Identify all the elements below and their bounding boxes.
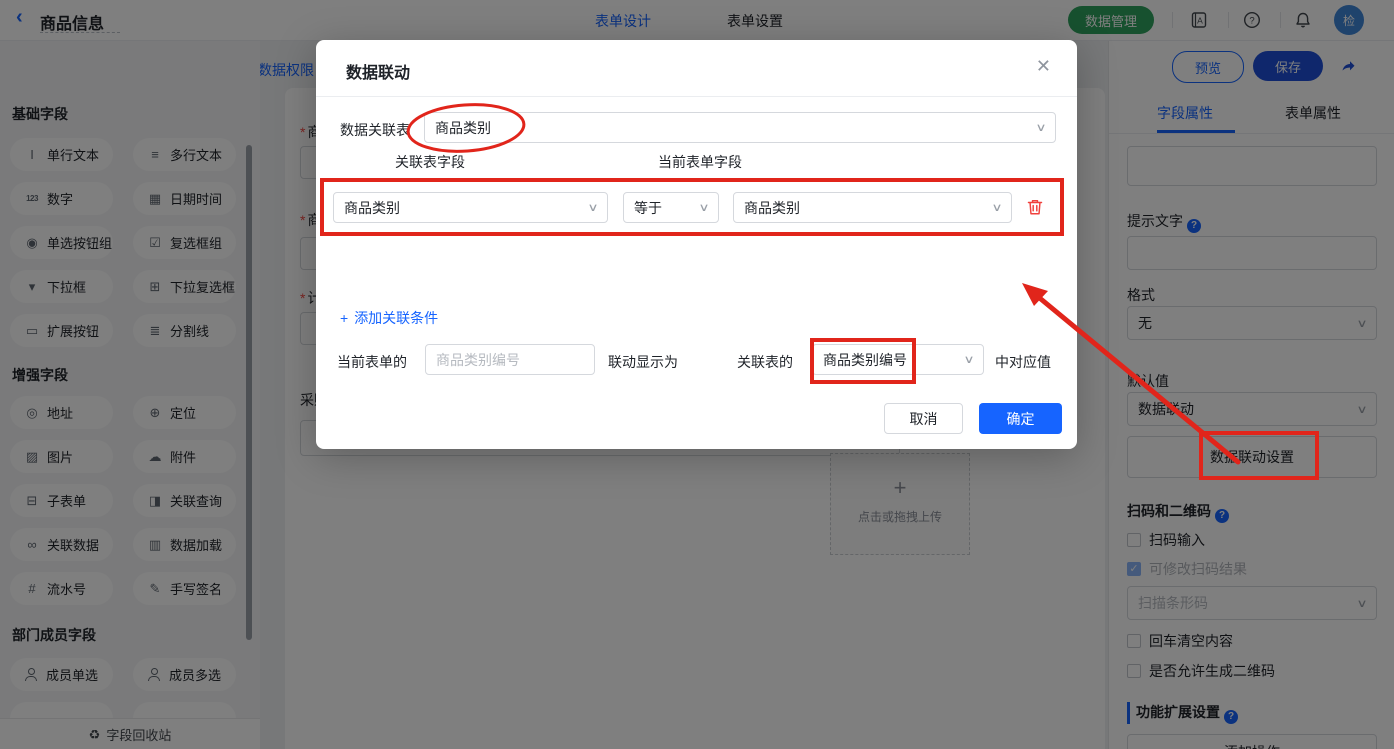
close-icon[interactable]: ✕ (1036, 56, 1051, 77)
confirm-button[interactable]: 确定 (979, 403, 1062, 434)
cancel-button[interactable]: 取消 (884, 403, 963, 434)
link-table-value: 商品类别 (435, 119, 491, 136)
condition-operator-value: 等于 (634, 199, 662, 216)
chevron-down-icon: ∨ (587, 202, 599, 214)
condition-right-field-select[interactable]: 商品类别 ∨ (733, 192, 1012, 223)
add-condition-link[interactable]: + 添加关联条件 (340, 308, 438, 328)
column-header-link-table-field: 关联表字段 (395, 154, 465, 170)
modal-title: 数据联动 (346, 65, 411, 82)
divider (316, 96, 1077, 97)
condition-left-value: 商品类别 (344, 199, 400, 216)
mapping-target-field-select[interactable]: 商品类别编号 ∨ (812, 344, 984, 375)
chevron-down-icon: ∨ (963, 354, 975, 366)
chevron-down-icon: ∨ (991, 202, 1003, 214)
condition-operator-select[interactable]: 等于 ∨ (623, 192, 719, 223)
chevron-down-icon: ∨ (1035, 122, 1047, 134)
add-condition-label: 添加关联条件 (354, 310, 439, 326)
form-designer-app: ‹ 商品信息 表单设计 表单设置 数据管理 A ? 检 表单外链 后端脚本 (0, 0, 1394, 749)
mapping-prefix-label: 当前表单的 (337, 354, 407, 370)
link-table-select[interactable]: 商品类别 ∨ (424, 112, 1056, 143)
data-linkage-modal: 数据联动 ✕ 数据关联表 商品类别 ∨ 关联表字段 当前表单字段 商品类别 ∨ … (316, 40, 1077, 449)
mapping-middle-label: 联动显示为 (608, 354, 678, 370)
link-table-label: 数据关联表 (340, 122, 410, 138)
condition-right-value: 商品类别 (744, 199, 800, 216)
mapping-suffix-label: 中对应值 (995, 354, 1051, 370)
mapping-target-value: 商品类别编号 (823, 351, 907, 368)
mapping-source-field[interactable]: 商品类别编号 (425, 344, 595, 375)
column-header-current-form-field: 当前表单字段 (658, 154, 742, 170)
chevron-down-icon: ∨ (698, 202, 710, 214)
mapping-of-table-label: 关联表的 (737, 354, 793, 370)
plus-icon: + (340, 310, 349, 326)
condition-left-field-select[interactable]: 商品类别 ∨ (333, 192, 608, 223)
delete-condition-trash-icon[interactable] (1026, 198, 1044, 216)
